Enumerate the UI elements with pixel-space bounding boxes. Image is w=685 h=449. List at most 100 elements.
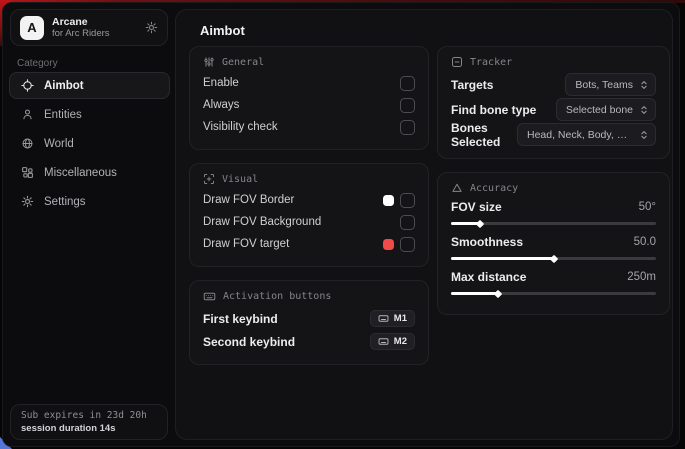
setting-label: First keybind: [203, 312, 278, 326]
setting-label: Enable: [203, 77, 239, 89]
general-card: General Enable Always Visibility check: [189, 46, 429, 150]
draw-fov-border-checkbox[interactable]: [400, 193, 415, 208]
fov-border-color-swatch[interactable]: [383, 195, 394, 206]
fov-size-value: 50°: [639, 201, 656, 213]
setting-label: Smoothness: [451, 235, 523, 249]
slider-fill: [451, 222, 480, 225]
setting-row-second-keybind: Second keybind M2: [203, 330, 415, 353]
setting-row-first-keybind: First keybind M1: [203, 307, 415, 330]
setting-label: Targets: [451, 78, 493, 92]
targets-select[interactable]: Bots, Teams: [565, 73, 656, 96]
slider-thumb[interactable]: [549, 254, 557, 262]
slider-thumb[interactable]: [475, 219, 483, 227]
second-keybind-button[interactable]: M2: [370, 333, 415, 350]
keyboard-icon: [378, 313, 389, 324]
keyboard-icon: [203, 290, 216, 303]
sliders-icon: [203, 56, 215, 68]
crosshair-icon: [21, 79, 34, 92]
setting-row-bones-selected: Bones Selected Head, Neck, Body, Fe...: [451, 122, 656, 147]
general-card-title: General: [222, 57, 264, 68]
draw-fov-target-checkbox[interactable]: [400, 237, 415, 252]
sidebar-nav: Aimbot Entities World: [9, 72, 170, 215]
general-card-header: General: [203, 56, 415, 68]
sidebar-item-label: Miscellaneous: [44, 167, 117, 179]
menu-window: A Arcane for Arc Riders Category: [2, 2, 680, 447]
keybind-value: M2: [394, 336, 407, 347]
sidebar-item-world[interactable]: World: [9, 130, 170, 157]
setting-label: Always: [203, 99, 239, 111]
fov-target-color-swatch[interactable]: [383, 239, 394, 250]
chevron-updown-icon: [639, 79, 649, 91]
setting-label: Second keybind: [203, 335, 295, 349]
fov-size-slider[interactable]: [451, 222, 656, 225]
bones-selected-select[interactable]: Head, Neck, Body, Fe...: [517, 123, 656, 146]
chevron-updown-icon: [639, 104, 649, 116]
sidebar-item-settings[interactable]: Settings: [9, 188, 170, 215]
visual-card-title: Visual: [222, 174, 258, 185]
setting-row-max-distance: Max distance 250m: [451, 268, 656, 295]
activation-card-header: Activation buttons: [203, 290, 415, 303]
brand-tagline: for Arc Riders: [52, 28, 110, 39]
gear-icon[interactable]: [145, 21, 158, 34]
world-icon: [21, 137, 34, 150]
setting-label: Visibility check: [203, 121, 278, 133]
brand-name: Arcane: [52, 16, 110, 29]
setting-row-enable: Enable: [203, 72, 415, 94]
sidebar-item-miscellaneous[interactable]: Miscellaneous: [9, 159, 170, 186]
smoothness-slider[interactable]: [451, 257, 656, 260]
sidebar-item-aimbot[interactable]: Aimbot: [9, 72, 170, 99]
setting-label: Draw FOV target: [203, 238, 289, 250]
category-label: Category: [17, 58, 58, 69]
brand-text: Arcane for Arc Riders: [52, 16, 110, 40]
accuracy-card-title: Accuracy: [470, 183, 518, 194]
settings-gear-icon: [21, 195, 34, 208]
select-value: Bots, Teams: [575, 79, 633, 91]
session-duration-text: session duration 14s: [21, 423, 157, 434]
setting-row-draw-fov-background: Draw FOV Background: [203, 211, 415, 233]
column-left: General Enable Always Visibility check: [189, 46, 429, 365]
setting-row-draw-fov-border: Draw FOV Border: [203, 189, 415, 211]
sidebar-item-entities[interactable]: Entities: [9, 101, 170, 128]
first-keybind-button[interactable]: M1: [370, 310, 415, 327]
smoothness-value: 50.0: [634, 236, 656, 248]
setting-label: Bones Selected: [451, 121, 517, 149]
triangle-icon: [451, 182, 463, 194]
setting-row-visibility-check: Visibility check: [203, 116, 415, 138]
accuracy-card-header: Accuracy: [451, 182, 656, 194]
column-right: Tracker Targets Bots, Teams: [437, 46, 670, 315]
tracker-card-title: Tracker: [470, 57, 512, 68]
subscription-card: Sub expires in 23d 20h session duration …: [10, 404, 168, 440]
accuracy-card: Accuracy FOV size 50° Smoothne: [437, 172, 670, 315]
visual-card: Visual Draw FOV Border Draw FOV Backgrou…: [189, 163, 429, 267]
tracker-card: Tracker Targets Bots, Teams: [437, 46, 670, 159]
miscellaneous-grid-icon: [21, 166, 34, 179]
setting-row-smoothness: Smoothness 50.0: [451, 233, 656, 260]
setting-row-fov-size: FOV size 50°: [451, 198, 656, 225]
slider-fill: [451, 257, 554, 260]
sidebar-item-label: Entities: [44, 109, 82, 121]
visual-card-header: Visual: [203, 173, 415, 185]
entities-icon: [21, 108, 34, 121]
setting-row-find-bone-type: Find bone type Selected bone: [451, 97, 656, 122]
setting-label: Find bone type: [451, 103, 536, 117]
sidebar-item-label: World: [44, 138, 74, 150]
page-title: Aimbot: [200, 23, 245, 38]
main-panel: Aimbot General Enable: [175, 9, 673, 440]
tracker-card-header: Tracker: [451, 56, 656, 68]
brand-card: A Arcane for Arc Riders: [10, 9, 168, 46]
slider-thumb[interactable]: [494, 289, 502, 297]
always-checkbox[interactable]: [400, 98, 415, 113]
visibility-check-checkbox[interactable]: [400, 120, 415, 135]
keybind-value: M1: [394, 313, 407, 324]
activation-card-title: Activation buttons: [223, 291, 331, 302]
select-value: Head, Neck, Body, Fe...: [527, 129, 633, 141]
find-bone-type-select[interactable]: Selected bone: [556, 98, 656, 121]
arcane-logo: A: [20, 16, 44, 40]
draw-fov-background-checkbox[interactable]: [400, 215, 415, 230]
enable-checkbox[interactable]: [400, 76, 415, 91]
keyboard-icon: [378, 336, 389, 347]
chevron-updown-icon: [639, 129, 649, 141]
setting-row-always: Always: [203, 94, 415, 116]
max-distance-slider[interactable]: [451, 292, 656, 295]
sidebar: A Arcane for Arc Riders Category: [3, 3, 175, 446]
